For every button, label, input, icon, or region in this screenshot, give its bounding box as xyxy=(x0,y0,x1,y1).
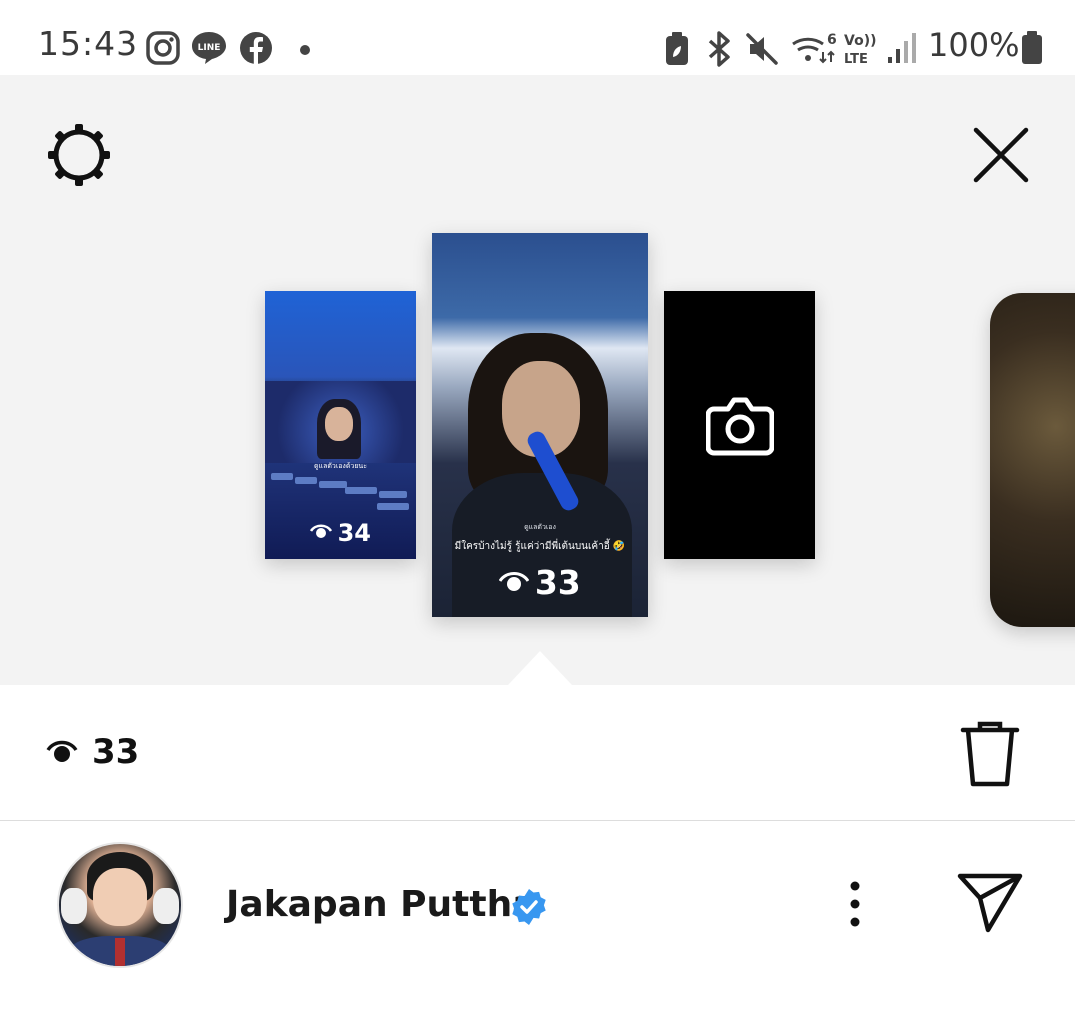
eye-icon xyxy=(498,570,530,596)
signal-icon xyxy=(886,31,918,69)
story-caption: มีใครบ้างไม่รู้ รู้แค่ว่ามีพี่เต้นบนเค้า… xyxy=(454,541,626,552)
story-view-count: 33 xyxy=(534,563,581,602)
story-view-count: 34 xyxy=(337,519,371,547)
camera-icon xyxy=(705,393,775,461)
username[interactable]: Jakapan Puttha xyxy=(226,884,537,925)
battery-percent: 100% xyxy=(928,26,1020,64)
send-icon xyxy=(957,873,1023,933)
story-caption-small: ดูแลตัวเอง xyxy=(524,523,556,531)
selection-pointer xyxy=(508,651,572,685)
story-thumbnail-selected[interactable]: ดูแลตัวเอง มีใครบ้างไม่รู้ รู้แค่ว่ามีพี… xyxy=(432,233,648,617)
avatar[interactable] xyxy=(57,842,183,968)
story-views: 34 xyxy=(265,519,416,547)
line-icon: LINE xyxy=(190,30,228,70)
gear-icon xyxy=(48,124,110,186)
eye-icon xyxy=(46,738,78,770)
mute-icon xyxy=(744,31,780,71)
volte-icon: Vo)) LTE xyxy=(842,30,878,70)
settings-button[interactable] xyxy=(46,122,112,188)
next-profile-preview[interactable] xyxy=(990,293,1075,627)
instagram-icon xyxy=(146,31,180,69)
more-vertical-icon xyxy=(850,881,860,927)
close-button[interactable] xyxy=(970,124,1032,186)
status-bar: 15:43 LINE 6 Vo)) LTE 100% xyxy=(0,0,1075,75)
story-caption: ดูแลตัวเองด้วยนะ xyxy=(314,462,367,470)
story-views: 33 xyxy=(432,563,648,602)
delete-story-button[interactable] xyxy=(960,720,1020,788)
view-count[interactable]: 33 xyxy=(92,732,139,772)
svg-text:6: 6 xyxy=(827,32,837,48)
battery-saver-icon xyxy=(664,31,690,71)
story-viewers-row[interactable] xyxy=(0,685,1075,820)
status-time: 15:43 xyxy=(38,24,139,63)
dot-icon xyxy=(299,41,311,60)
facebook-icon xyxy=(239,31,273,69)
battery-icon xyxy=(1020,30,1044,70)
story-thumbnail[interactable]: ดูแลตัวเองด้วยนะ 34 xyxy=(265,291,416,559)
send-button[interactable] xyxy=(956,872,1024,934)
close-icon xyxy=(973,127,1029,183)
more-options-button[interactable] xyxy=(840,880,870,930)
svg-text:Vo)): Vo)) xyxy=(844,33,876,49)
add-story-camera[interactable] xyxy=(664,291,815,559)
eye-icon xyxy=(309,523,333,543)
svg-text:LTE: LTE xyxy=(844,52,868,66)
svg-text:LINE: LINE xyxy=(198,43,221,53)
bluetooth-icon xyxy=(704,31,734,71)
wifi-6-icon: 6 xyxy=(791,30,837,70)
trash-icon xyxy=(960,721,1020,787)
verified-badge-icon xyxy=(510,888,548,926)
